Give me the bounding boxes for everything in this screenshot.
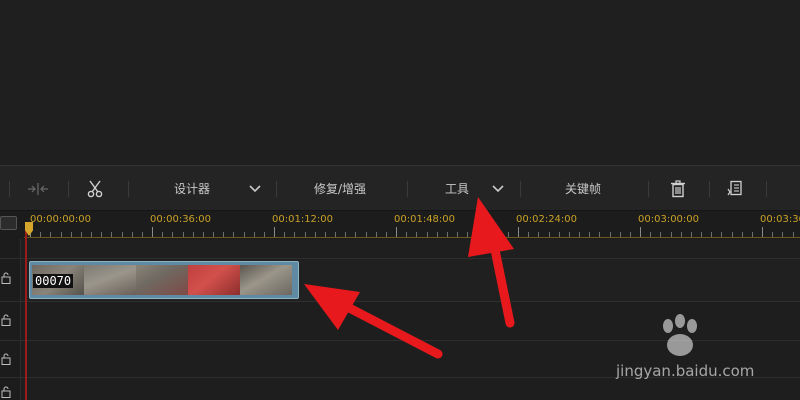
chevron-down-icon[interactable] bbox=[491, 183, 505, 195]
toolbar-divider bbox=[9, 181, 10, 197]
timeline-toolbar: 设计器 修复/增强 工具 关键帧 bbox=[0, 165, 800, 211]
toolbar-divider bbox=[766, 181, 767, 197]
tick-label: 00:00:36:00 bbox=[150, 214, 212, 225]
clip-thumbnail bbox=[84, 265, 136, 295]
ruler-baseline bbox=[24, 237, 800, 238]
track-header bbox=[0, 378, 21, 400]
toolbar-divider bbox=[407, 181, 408, 197]
baidu-jingyan-watermark: jingyan.baidu.com bbox=[612, 314, 792, 394]
lock-icon[interactable] bbox=[1, 353, 11, 365]
annotation-arrow-clip bbox=[304, 284, 443, 359]
tick-label: 00:02:24:00 bbox=[516, 214, 578, 225]
tick-label: 00:03:36 bbox=[760, 214, 800, 225]
track-header bbox=[0, 302, 21, 340]
detach-icon[interactable] bbox=[726, 178, 744, 200]
tick-label: 00:00:00:00 bbox=[30, 214, 92, 225]
repair-enhance-button[interactable]: 修复/增强 bbox=[314, 181, 366, 197]
toolbar-divider bbox=[128, 181, 129, 197]
watermark-url: jingyan.baidu.com bbox=[616, 362, 755, 380]
clip-label: 00070 bbox=[33, 274, 74, 288]
toolbar-divider bbox=[276, 181, 277, 197]
track-row bbox=[0, 239, 800, 259]
track-header bbox=[0, 259, 21, 301]
clip-thumbnail bbox=[240, 265, 292, 295]
toolbar-divider bbox=[709, 181, 710, 197]
ruler-tick bbox=[274, 227, 275, 237]
tick-label: 00:03:00:00 bbox=[638, 214, 700, 225]
annotation-arrow-tools bbox=[468, 197, 515, 328]
preview-area bbox=[0, 0, 800, 165]
track-header bbox=[0, 239, 21, 258]
ruler-tick bbox=[152, 227, 153, 237]
tick-label: 00:01:12:00 bbox=[272, 214, 334, 225]
timeline-ruler[interactable]: 00:00:00:00 00:00:36:00 00:01:12:00 00:0… bbox=[0, 211, 800, 239]
track-header bbox=[0, 341, 21, 377]
clip-thumbnail bbox=[188, 265, 240, 295]
paw-logo-icon bbox=[663, 314, 697, 356]
video-clip[interactable]: 00070 bbox=[29, 261, 299, 299]
tick-label: 00:01:48:00 bbox=[394, 214, 456, 225]
trash-icon[interactable] bbox=[669, 178, 687, 200]
ruler-tick bbox=[640, 227, 641, 237]
split-icon[interactable] bbox=[27, 178, 49, 200]
chevron-down-icon[interactable] bbox=[248, 183, 262, 195]
scissors-icon[interactable] bbox=[86, 178, 104, 200]
toolbar-divider bbox=[68, 181, 69, 197]
toolbar-divider bbox=[648, 181, 649, 197]
ruler-tick bbox=[396, 227, 397, 237]
design-button[interactable]: 设计器 bbox=[174, 181, 210, 197]
ruler-tick bbox=[762, 227, 763, 237]
keyframe-button[interactable]: 关键帧 bbox=[565, 181, 601, 197]
ruler-toggle-button[interactable] bbox=[0, 216, 17, 230]
lock-icon[interactable] bbox=[1, 314, 11, 326]
clip-thumbnail bbox=[136, 265, 188, 295]
lock-icon[interactable] bbox=[1, 272, 11, 284]
lock-icon[interactable] bbox=[1, 386, 11, 398]
playhead-line[interactable] bbox=[25, 222, 27, 400]
